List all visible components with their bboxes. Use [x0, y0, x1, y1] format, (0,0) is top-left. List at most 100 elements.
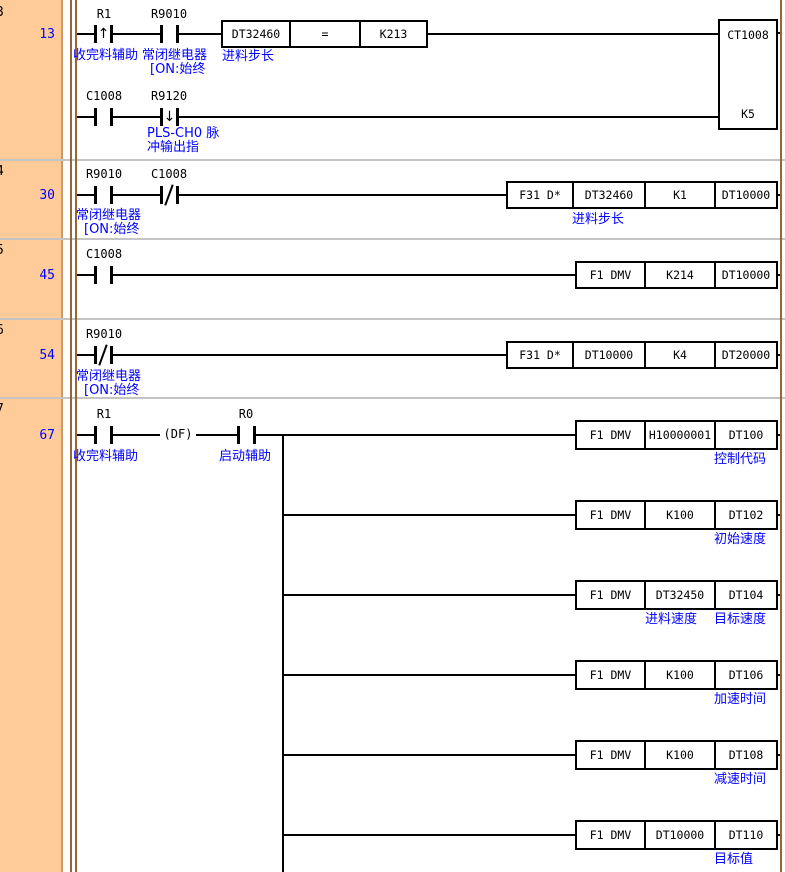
- step-number[interactable]: 30: [18, 188, 55, 203]
- wire-h: [778, 674, 780, 676]
- contact-label: R9120: [129, 89, 209, 103]
- wire-h: [778, 754, 780, 756]
- instruction-comment: 目标值: [714, 853, 753, 867]
- instruction-block[interactable]: F1 DMV K100 DT108: [575, 740, 778, 770]
- instruction-arg: DT106: [714, 662, 776, 688]
- contact-comment: [ON:始终: [84, 223, 139, 237]
- instruction-block[interactable]: F1 DMV H10000001 DT100: [575, 420, 778, 450]
- contact-comment: 收完料辅助: [73, 49, 138, 63]
- instruction-block[interactable]: F1 DMV DT32450 DT104: [575, 580, 778, 610]
- contact-comment: 冲输出指: [147, 141, 199, 155]
- instruction-block[interactable]: F1 DMV K100 DT102: [575, 500, 778, 530]
- instruction-arg: DT10000: [714, 183, 776, 207]
- contact-r9120[interactable]: ↓: [160, 108, 179, 126]
- instruction-op: F31 D*: [508, 343, 572, 367]
- wire-v: [282, 434, 284, 872]
- wire-h: [283, 514, 575, 516]
- rung-separator: [0, 159, 785, 161]
- contact-r0[interactable]: [237, 426, 256, 444]
- compare-op: =: [289, 22, 359, 46]
- wire-h: [283, 834, 575, 836]
- instruction-arg: DT20000: [714, 343, 776, 367]
- contact-comment: 常闭继电器: [76, 370, 141, 384]
- contact-r9010[interactable]: [94, 186, 113, 204]
- wire-h: [778, 594, 780, 596]
- ladder-editor: 3 13 ↑ R1 收完料辅助 R9010 常闭继电器 [ON:始终 DT324…: [0, 0, 785, 872]
- wire-h: [77, 33, 94, 35]
- rung-number: 4: [0, 164, 4, 179]
- contact-comment: 收完料辅助: [73, 450, 138, 464]
- step-number[interactable]: 13: [18, 27, 55, 42]
- wire-h: [778, 834, 780, 836]
- counter-name: CT1008: [720, 28, 776, 42]
- contact-comment: [ON:始终: [150, 63, 205, 77]
- right-bus-rail: [780, 0, 782, 872]
- df-instruction[interactable]: (DF): [160, 427, 196, 441]
- instruction-arg: DT102: [714, 502, 776, 528]
- instruction-comment: 目标速度: [714, 613, 766, 627]
- instruction-comment: 进料速度: [645, 613, 697, 627]
- left-bus-rail-outer: [70, 0, 72, 872]
- instruction-block[interactable]: F1 DMV DT10000 DT110: [575, 820, 778, 850]
- instruction-block[interactable]: F1 DMV K214 DT10000: [575, 261, 778, 289]
- contact-label: C1008: [129, 167, 209, 181]
- instruction-comment: 进料步长: [572, 213, 624, 227]
- wire-h: [77, 434, 94, 436]
- contact-c1008[interactable]: [94, 266, 113, 284]
- contact-comment: PLS-CH0 脉: [147, 127, 219, 141]
- instruction-op: F1 DMV: [577, 422, 644, 448]
- instruction-op: F1 DMV: [577, 662, 644, 688]
- wire-h: [112, 434, 165, 436]
- instruction-arg: K100: [644, 742, 714, 768]
- wire-h: [77, 194, 94, 196]
- step-number[interactable]: 54: [18, 348, 55, 363]
- wire-h: [428, 33, 718, 35]
- contact-label: R1: [64, 407, 144, 421]
- step-number[interactable]: 45: [18, 268, 55, 283]
- contact-c1008-nc[interactable]: [160, 186, 179, 204]
- wire-h: [112, 194, 160, 196]
- instruction-block[interactable]: F31 D* DT10000 K4 DT20000: [506, 341, 778, 369]
- rung-separator: [0, 238, 785, 240]
- instruction-op: F1 DMV: [577, 822, 644, 848]
- compare-block[interactable]: DT32460 = K213: [221, 20, 428, 48]
- instruction-arg: DT100: [714, 422, 776, 448]
- rung-number: 5: [0, 243, 4, 258]
- contact-comment: [ON:始终: [84, 384, 139, 398]
- contact-label: R0: [206, 407, 286, 421]
- wire-h: [112, 116, 160, 118]
- instruction-arg: DT10000: [644, 822, 714, 848]
- instruction-arg: K100: [644, 502, 714, 528]
- left-bus-rail: [75, 0, 77, 872]
- rung-number: 3: [0, 5, 4, 20]
- instruction-arg: DT108: [714, 742, 776, 768]
- contact-r1[interactable]: [94, 426, 113, 444]
- contact-c1008[interactable]: [94, 108, 113, 126]
- wire-h: [778, 514, 780, 516]
- contact-r9010[interactable]: [160, 25, 179, 43]
- wire-h: [778, 434, 780, 436]
- instruction-arg: DT32460: [572, 183, 644, 207]
- wire-h: [778, 274, 780, 276]
- wire-h: [77, 274, 94, 276]
- wire-h: [77, 116, 94, 118]
- rung-number: 6: [0, 323, 4, 338]
- instruction-arg: DT110: [714, 822, 776, 848]
- wire-h: [178, 33, 221, 35]
- step-number[interactable]: 67: [18, 428, 55, 443]
- contact-label: R9010: [64, 327, 144, 341]
- contact-r1[interactable]: ↑: [94, 25, 113, 43]
- instruction-block[interactable]: F1 DMV K100 DT106: [575, 660, 778, 690]
- instruction-comment: 加速时间: [714, 693, 766, 707]
- compare-comment: 进料步长: [222, 50, 274, 64]
- instruction-op: F1 DMV: [577, 263, 644, 287]
- contact-r9010-nc[interactable]: [94, 346, 113, 364]
- wire-h: [255, 434, 575, 436]
- instruction-arg: K4: [644, 343, 714, 367]
- compare-arg1: DT32460: [223, 22, 289, 46]
- wire-h: [178, 116, 718, 118]
- rung-number: 7: [0, 402, 4, 417]
- instruction-block[interactable]: F31 D* DT32460 K1 DT10000: [506, 181, 778, 209]
- counter-block[interactable]: CT1008 K5: [718, 19, 778, 130]
- rising-edge-arrow-icon: ↑: [96, 25, 111, 43]
